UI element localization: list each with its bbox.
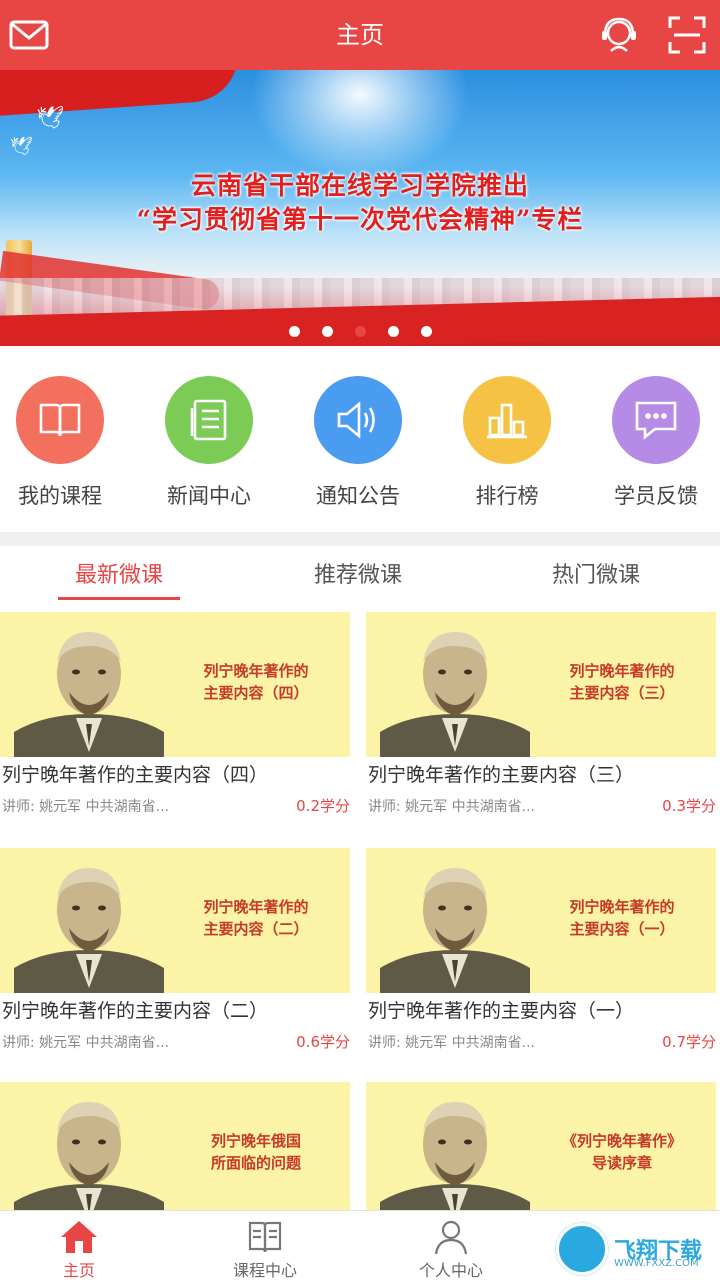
course-thumbnail: 列宁晚年著作的 主要内容（一） [366, 848, 716, 993]
nav-label: 个人中心 [418, 1261, 483, 1280]
course-tabs: 最新微课 推荐微课 热门微课 [0, 548, 720, 604]
shortcut-grid: 我的课程 新闻中心 通知公告 排行榜 学员反馈 [0, 370, 720, 510]
course-lecturer: 讲师: 姚元军 中共湖南省... [2, 799, 169, 815]
banner-subheadline: “学习贯彻省第十一次党代会精神”专栏 [136, 205, 584, 234]
open-book-icon [248, 1221, 282, 1253]
shortcut-ranking[interactable]: 排行榜 [442, 370, 572, 510]
course-lecturer: 讲师: 姚元军 中共湖南省... [368, 799, 535, 815]
carousel-dot[interactable] [321, 326, 333, 337]
news-icon [165, 376, 253, 464]
course-title: 列宁晚年著作的主要内容（四） [2, 764, 269, 786]
banner-headline: 云南省干部在线学习学院推出 [190, 171, 529, 200]
top-bar: 主页 [0, 0, 720, 70]
tab-active-indicator [58, 597, 180, 600]
lecturer-portrait [14, 868, 164, 993]
lecturer-portrait [380, 632, 530, 757]
lecturer-portrait [14, 1102, 164, 1210]
tab-label: 最新微课 [74, 563, 163, 588]
speaker-icon [314, 376, 402, 464]
course-thumbnail: 列宁晚年著作的 主要内容（三） [366, 612, 716, 757]
course-card[interactable]: 列宁晚年著作的 主要内容（二） 列宁晚年著作的主要内容（二） 讲师: 姚元军 中共… [0, 848, 350, 1066]
carousel-dot[interactable] [420, 326, 432, 337]
dove-icon: 🕊 [36, 106, 64, 131]
nav-label: 课程中心 [232, 1261, 297, 1280]
watermark-url: WWW.FXXZ.COM [614, 1258, 699, 1269]
bar-chart-icon [463, 376, 551, 464]
section-divider [0, 532, 720, 546]
course-title: 列宁晚年著作的主要内容（二） [2, 1000, 269, 1022]
carousel-dot[interactable] [387, 326, 399, 337]
thumbnail-caption: 列宁晚年著作的 主要内容（三） [569, 662, 675, 702]
customer-service-icon[interactable] [596, 12, 642, 58]
course-thumbnail: 《列宁晚年著作》 导读序章 [366, 1082, 716, 1210]
course-lecturer: 讲师: 姚元军 中共湖南省... [2, 1035, 169, 1051]
person-icon [434, 1220, 468, 1255]
chat-icon [612, 376, 700, 464]
carousel-dot[interactable] [288, 326, 300, 337]
dove-icon: 🕊 [10, 136, 33, 157]
course-thumbnail: 列宁晚年著作的 主要内容（四） [0, 612, 350, 757]
promo-banner[interactable]: ★ 🕊 🕊 云南省干部在线学习学院推出 “学习贯彻省第十一次党代会精神”专栏 [0, 70, 720, 346]
shortcut-label: 我的课程 [18, 484, 102, 508]
course-lecturer: 讲师: 姚元军 中共湖南省... [368, 1035, 535, 1051]
thumbnail-caption: 列宁晚年著作的 主要内容（二） [203, 898, 309, 938]
carousel-indicator [0, 326, 720, 337]
thumbnail-caption: 《列宁晚年著作》 导读序章 [561, 1132, 682, 1172]
course-card[interactable]: 《列宁晚年著作》 导读序章 [366, 1082, 716, 1210]
lecturer-portrait [380, 868, 530, 993]
shortcut-news-center[interactable]: 新闻中心 [144, 370, 274, 510]
watermark-logo-icon [556, 1223, 608, 1275]
shortcut-label: 通知公告 [316, 484, 400, 508]
tab-popular[interactable]: 热门微课 [521, 548, 671, 604]
shortcut-my-courses[interactable]: 我的课程 [0, 370, 125, 510]
nav-home[interactable]: 主页 [14, 1211, 144, 1280]
course-title: 列宁晚年著作的主要内容（三） [368, 764, 635, 786]
shortcut-notices[interactable]: 通知公告 [293, 370, 423, 510]
course-card[interactable]: 列宁晚年俄国 所面临的问题 [0, 1082, 350, 1210]
site-watermark: 飞翔下载 WWW.FXXZ.COM [556, 1220, 716, 1278]
scan-icon[interactable] [664, 12, 710, 58]
thumbnail-caption: 列宁晚年俄国 所面临的问题 [210, 1132, 301, 1172]
nav-personal-center[interactable]: 个人中心 [386, 1211, 516, 1280]
shortcut-label: 排行榜 [475, 484, 539, 508]
tab-label: 热门微课 [551, 563, 640, 588]
course-credit: 0.3学分 [662, 797, 716, 815]
lecturer-portrait [380, 1102, 530, 1210]
tab-recommended[interactable]: 推荐微课 [283, 548, 433, 604]
course-credit: 0.2学分 [296, 797, 350, 815]
tab-latest[interactable]: 最新微课 [44, 548, 194, 604]
shortcut-feedback[interactable]: 学员反馈 [591, 370, 720, 510]
nav-course-center[interactable]: 课程中心 [200, 1211, 330, 1280]
nav-label: 主页 [62, 1261, 95, 1280]
course-card[interactable]: 列宁晚年著作的 主要内容（一） 列宁晚年著作的主要内容（一） 讲师: 姚元军 中共… [366, 848, 716, 1066]
course-credit: 0.6学分 [296, 1033, 350, 1051]
lecturer-portrait [14, 632, 164, 757]
course-card[interactable]: 列宁晚年著作的 主要内容（四） 列宁晚年著作的主要内容（四） 讲师: 姚元军 中共… [0, 612, 350, 830]
book-icon [16, 376, 104, 464]
course-card[interactable]: 列宁晚年著作的 主要内容（三） 列宁晚年著作的主要内容（三） 讲师: 姚元军 中共… [366, 612, 716, 830]
course-credit: 0.7学分 [662, 1033, 716, 1051]
course-thumbnail: 列宁晚年著作的 主要内容（二） [0, 848, 350, 993]
course-thumbnail: 列宁晚年俄国 所面临的问题 [0, 1082, 350, 1210]
tab-label: 推荐微课 [313, 563, 402, 588]
course-title: 列宁晚年著作的主要内容（一） [368, 1000, 635, 1022]
carousel-dot-active[interactable] [354, 326, 366, 337]
thumbnail-caption: 列宁晚年著作的 主要内容（一） [569, 898, 675, 938]
home-icon [61, 1221, 97, 1253]
thumbnail-caption: 列宁晚年著作的 主要内容（四） [203, 662, 309, 702]
banner-sunlight [250, 70, 470, 180]
shortcut-label: 新闻中心 [167, 484, 251, 508]
shortcut-label: 学员反馈 [614, 484, 698, 508]
